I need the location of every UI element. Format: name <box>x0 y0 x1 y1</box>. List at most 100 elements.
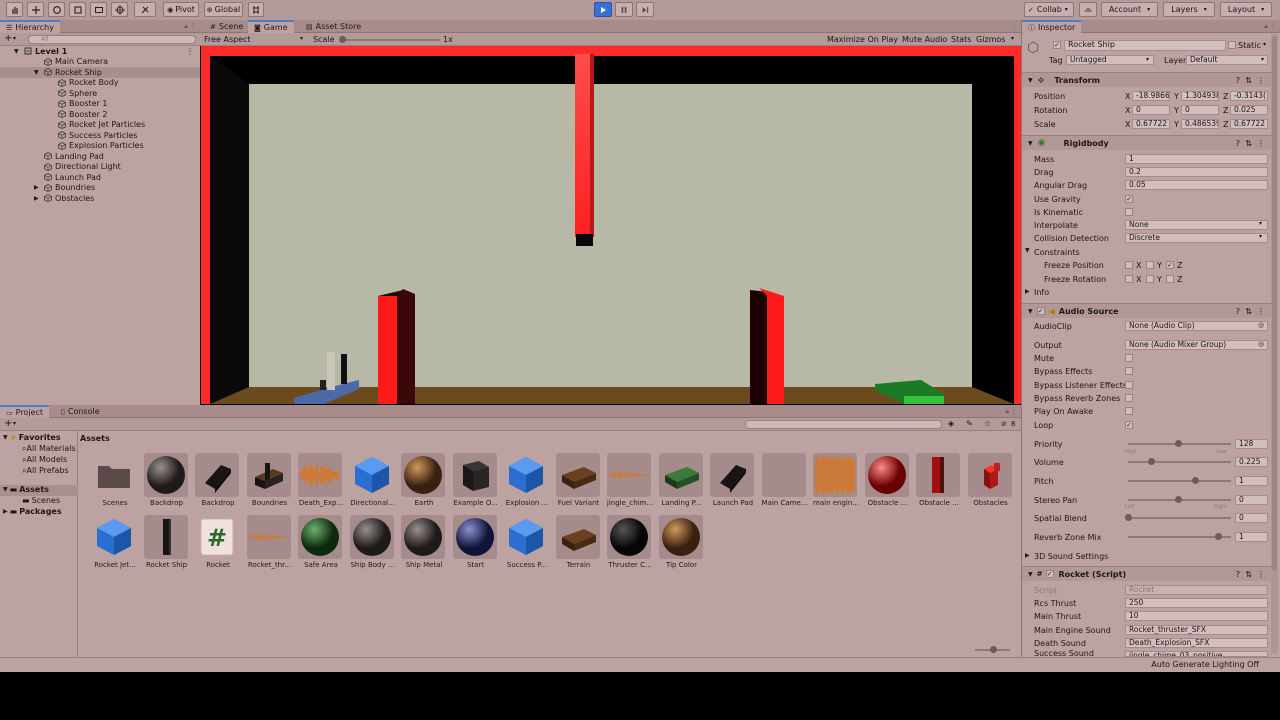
packages-folder[interactable]: ▶ ▬ Packages <box>3 507 62 516</box>
asset-item[interactable]: Backdrop <box>142 453 192 515</box>
asset-item[interactable]: Scenes <box>90 453 140 515</box>
hierarchy-item[interactable]: ▼ Rocket Ship <box>0 67 200 78</box>
lock-icon[interactable]: 🔒︎ <box>184 22 188 31</box>
output-field[interactable]: None (Audio Mixer Group) <box>1125 340 1268 350</box>
asset-item[interactable]: Fuel Variant <box>554 453 604 515</box>
hierarchy-item[interactable]: ▶ Boundries <box>0 183 200 194</box>
asset-item[interactable]: Ship Metal <box>399 515 449 577</box>
asset-item[interactable]: Death_Exp... <box>296 453 346 515</box>
hierarchy-item[interactable]: Rocket Body <box>0 78 200 89</box>
chevron-down-icon[interactable]: ▾ <box>1263 41 1266 48</box>
transform-header[interactable]: ▼ ✥ Transform ? ⇅ ⋮ <box>1022 72 1272 87</box>
tab-game[interactable]: ◙ Game <box>248 20 294 33</box>
rcs-thrust-field[interactable]: 250 <box>1125 598 1268 608</box>
move-tool-icon[interactable] <box>27 2 44 17</box>
asset-item[interactable]: Obstacles <box>966 453 1016 515</box>
help-icon[interactable]: ? <box>1236 570 1240 579</box>
spatial-blend-field[interactable]: 0 <box>1235 513 1268 523</box>
asset-item[interactable]: Thruster C... <box>605 515 655 577</box>
main-thrust-field[interactable]: 10 <box>1125 611 1268 621</box>
active-checkbox[interactable]: ✓ <box>1053 41 1061 49</box>
chevron-down-icon[interactable]: ▾ <box>1259 220 1262 227</box>
chevron-down-icon[interactable]: ▾ <box>300 35 303 42</box>
reverb-zone-mix-field[interactable]: 1 <box>1235 532 1268 542</box>
bypass-listener-checkbox[interactable] <box>1125 381 1133 389</box>
death-sound-field[interactable]: Death_Explosion_SFX <box>1125 638 1268 648</box>
freeze-pos-x-checkbox[interactable] <box>1125 261 1133 269</box>
step-button[interactable] <box>636 2 654 17</box>
menu-dots-icon[interactable]: ⋮ <box>1269 21 1277 30</box>
chevron-right-icon[interactable]: ▶ <box>34 184 39 191</box>
angular-drag-field[interactable]: 0.05 <box>1125 180 1268 190</box>
help-icon[interactable]: ? <box>1236 307 1240 316</box>
pivot-toggle[interactable]: ◉ Pivot <box>163 2 199 17</box>
chevron-right-icon[interactable]: ▶ <box>1025 288 1030 295</box>
preset-icon[interactable]: ⇅ <box>1245 139 1252 148</box>
asset-item[interactable]: Earth <box>399 453 449 515</box>
reverb-zone-mix-slider-knob[interactable] <box>1215 533 1222 540</box>
gizmos-dropdown[interactable]: Gizmos <box>976 35 1005 44</box>
fav-all-models[interactable]: ⌕All Models <box>22 455 67 465</box>
chevron-down-icon[interactable]: ▾ <box>1259 233 1262 240</box>
asset-item[interactable]: Start <box>451 515 501 577</box>
pitch-field[interactable]: 1 <box>1235 476 1268 486</box>
chevron-down-icon[interactable]: ▾ <box>13 420 16 427</box>
rotate-tool-icon[interactable] <box>48 2 65 17</box>
tab-console[interactable]: ▯ Console <box>55 405 106 418</box>
spatial-blend-slider-knob[interactable] <box>1125 514 1132 521</box>
info-foldout[interactable]: Info <box>1034 286 1049 298</box>
asset-item[interactable]: Terrain <box>554 515 604 577</box>
custom-tool-icon[interactable] <box>134 2 156 17</box>
rotation-y-field[interactable]: 0 <box>1181 105 1219 115</box>
chevron-down-icon[interactable]: ▼ <box>34 69 39 76</box>
asset-item[interactable]: Main Came... <box>760 453 810 515</box>
rocket-script-header[interactable]: ▼ # ✓ Rocket (Script) ? ⇅ ⋮ <box>1022 566 1272 581</box>
tab-hierarchy[interactable]: ☰ Hierarchy <box>0 20 60 33</box>
drag-field[interactable]: 0.2 <box>1125 167 1268 177</box>
aspect-dropdown[interactable]: Free Aspect <box>204 35 251 44</box>
asset-item[interactable]: Ship Body ... <box>348 515 398 577</box>
game-render[interactable] <box>201 46 1021 404</box>
asset-item[interactable]: Landing P... <box>657 453 707 515</box>
freeze-pos-z-checkbox[interactable]: ✓ <box>1166 261 1174 269</box>
play-button[interactable] <box>594 2 612 17</box>
pause-button[interactable] <box>615 2 633 17</box>
chevron-down-icon[interactable]: ▾ <box>1261 56 1264 63</box>
layers-dropdown[interactable]: Layers ▾ <box>1163 2 1215 17</box>
cloud-icon[interactable] <box>1079 2 1097 17</box>
project-search-input[interactable] <box>745 420 942 429</box>
chevron-down-icon[interactable]: ▼ <box>1025 247 1030 254</box>
menu-dots-icon[interactable]: ⋮ <box>1010 21 1018 30</box>
scale-slider-knob[interactable] <box>339 36 346 43</box>
scale-tool-icon[interactable] <box>69 2 86 17</box>
collab-dropdown[interactable]: ✓ Collab ▾ <box>1024 2 1074 17</box>
add-icon[interactable]: + <box>4 33 12 44</box>
chevron-down-icon[interactable]: ▾ <box>13 35 16 42</box>
menu-dots-icon[interactable]: ⋮ <box>186 47 194 56</box>
preset-icon[interactable]: ⇅ <box>1245 307 1252 316</box>
priority-field[interactable]: 128 <box>1235 439 1268 449</box>
menu-dots-icon[interactable]: ⋮ <box>1010 406 1018 415</box>
spatial-blend-slider-track[interactable] <box>1128 517 1231 519</box>
asset-item[interactable]: Rocket_thr... <box>245 515 295 577</box>
audioclip-field[interactable]: None (Audio Clip) <box>1125 321 1268 331</box>
is-kinematic-checkbox[interactable] <box>1125 208 1133 216</box>
chevron-down-icon[interactable]: ▼ <box>14 48 19 55</box>
asset-item[interactable]: Obstacle ... <box>863 453 913 515</box>
asset-item[interactable]: Rocket Ship <box>142 515 192 577</box>
hierarchy-item[interactable]: Rocket Jet Particles <box>0 120 200 131</box>
script-enabled-checkbox[interactable]: ✓ <box>1045 570 1054 578</box>
pitch-slider-track[interactable] <box>1128 480 1231 482</box>
asset-item[interactable]: Tip Color <box>657 515 707 577</box>
fav-all-materials[interactable]: ⌕All Materials <box>22 444 76 454</box>
object-picker-icon[interactable]: ◎ <box>1258 321 1264 329</box>
asset-item[interactable]: main engin... <box>811 453 861 515</box>
freeze-pos-y-checkbox[interactable] <box>1146 261 1154 269</box>
mute-audio-toggle[interactable]: Mute Audio <box>902 35 947 44</box>
rigidbody-header[interactable]: ▼ ◉ Rigidbody ? ⇅ ⋮ <box>1022 135 1272 150</box>
tab-scene[interactable]: # Scene <box>204 20 249 33</box>
scale-x-field[interactable]: 0.67722 <box>1132 119 1170 129</box>
asset-item[interactable]: Safe Area <box>296 515 346 577</box>
stereo-pan-field[interactable]: 0 <box>1235 495 1268 505</box>
rect-tool-icon[interactable] <box>90 2 107 17</box>
